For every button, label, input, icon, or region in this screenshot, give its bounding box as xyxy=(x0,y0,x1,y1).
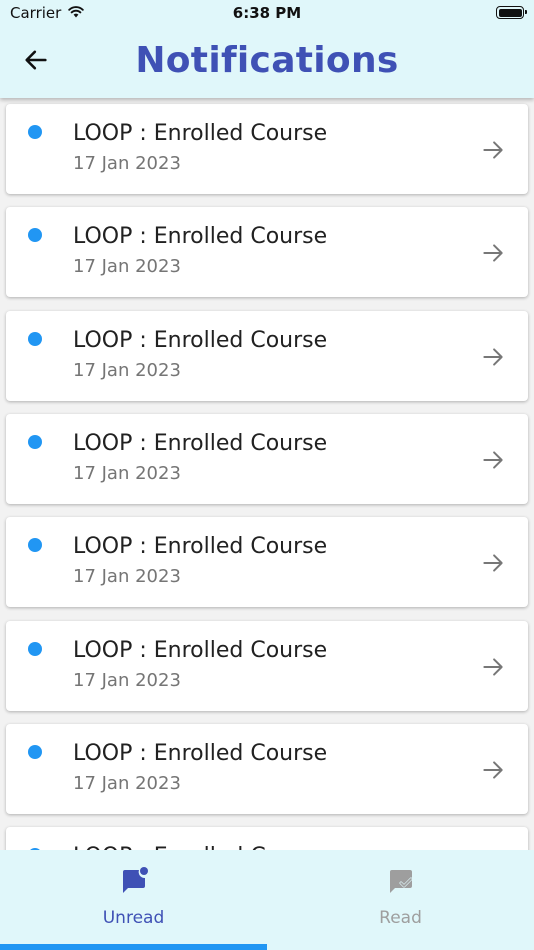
tab-read-label: Read xyxy=(379,908,422,928)
notification-card[interactable]: LOOP : Enrolled Course 17 Jan 2023 xyxy=(6,104,528,194)
notification-card[interactable]: LOOP : Enrolled Course 17 Jan 2023 xyxy=(6,517,528,608)
unread-dot-icon xyxy=(28,641,42,656)
notification-date: 17 Jan 2023 xyxy=(73,359,181,381)
notification-title: LOOP : Enrolled Course xyxy=(73,740,328,766)
unread-dot-icon xyxy=(28,125,42,139)
notification-card[interactable]: LOOP : Enrolled Course 17 Jan 2023 xyxy=(6,207,528,298)
notification-title: LOOP : Enrolled Course xyxy=(73,534,328,560)
unread-dot-icon xyxy=(28,538,42,553)
notification-date: 17 Jan 2023 xyxy=(73,462,181,484)
unread-dot-icon xyxy=(28,434,42,449)
unread-dot-icon xyxy=(28,228,42,243)
notification-card[interactable]: LOOP : Enrolled Course 17 Jan 2023 xyxy=(6,413,528,504)
tab-unread-label: Unread xyxy=(102,908,165,928)
notification-date: 17 Jan 2023 xyxy=(73,153,181,174)
notification-date: 17 Jan 2023 xyxy=(73,256,181,278)
arrow-right-icon[interactable] xyxy=(480,344,506,370)
clock: 6:38 PM xyxy=(232,4,302,22)
notification-title: LOOP : Enrolled Course xyxy=(73,224,328,250)
notification-title: LOOP : Enrolled Course xyxy=(73,430,328,456)
unread-chat-icon xyxy=(117,864,151,898)
unread-dot-icon xyxy=(28,744,42,759)
notification-title: LOOP : Enrolled Course xyxy=(73,121,328,146)
notification-date: 17 Jan 2023 xyxy=(73,669,181,691)
notification-card[interactable]: LOOP : Enrolled Course17 Jan 2023 xyxy=(6,827,528,850)
active-tab-indicator xyxy=(0,944,267,950)
app-bar: Notifications xyxy=(0,28,534,98)
notifications-screen: Carrier 6:38 PM Notifications LOOP : Enr… xyxy=(0,0,534,950)
bottom-nav: Unread Read xyxy=(0,850,534,950)
status-bar: Carrier 6:38 PM xyxy=(0,0,534,28)
notification-title: LOOP : Enrolled Course xyxy=(73,327,328,353)
unread-dot-icon xyxy=(28,331,42,346)
arrow-right-icon[interactable] xyxy=(480,550,506,576)
notification-card[interactable]: LOOP : Enrolled Course 17 Jan 2023 xyxy=(6,310,528,401)
tab-read[interactable]: Read xyxy=(267,850,534,950)
notification-list[interactable]: LOOP : Enrolled Course 17 Jan 2023 LOOP : … xyxy=(0,98,534,850)
notification-card[interactable]: LOOP : Enrolled Course 17 Jan 2023 xyxy=(6,723,528,814)
arrow-right-icon[interactable] xyxy=(480,654,506,680)
notification-card[interactable]: LOOP : Enrolled Course 17 Jan 2023 xyxy=(6,620,528,711)
read-chat-icon xyxy=(384,864,418,898)
arrow-right-icon[interactable] xyxy=(480,447,506,473)
tab-unread[interactable]: Unread xyxy=(0,850,267,950)
notification-title: LOOP : Enrolled Course xyxy=(73,637,328,663)
arrow-right-icon[interactable] xyxy=(480,137,506,163)
notification-date: 17 Jan 2023 xyxy=(73,566,181,588)
battery-icon xyxy=(496,6,527,19)
arrow-right-icon[interactable] xyxy=(480,757,506,783)
page-title: Notifications xyxy=(135,40,399,81)
arrow-right-icon[interactable] xyxy=(480,240,506,266)
notification-date: 17 Jan 2023 xyxy=(73,772,181,794)
